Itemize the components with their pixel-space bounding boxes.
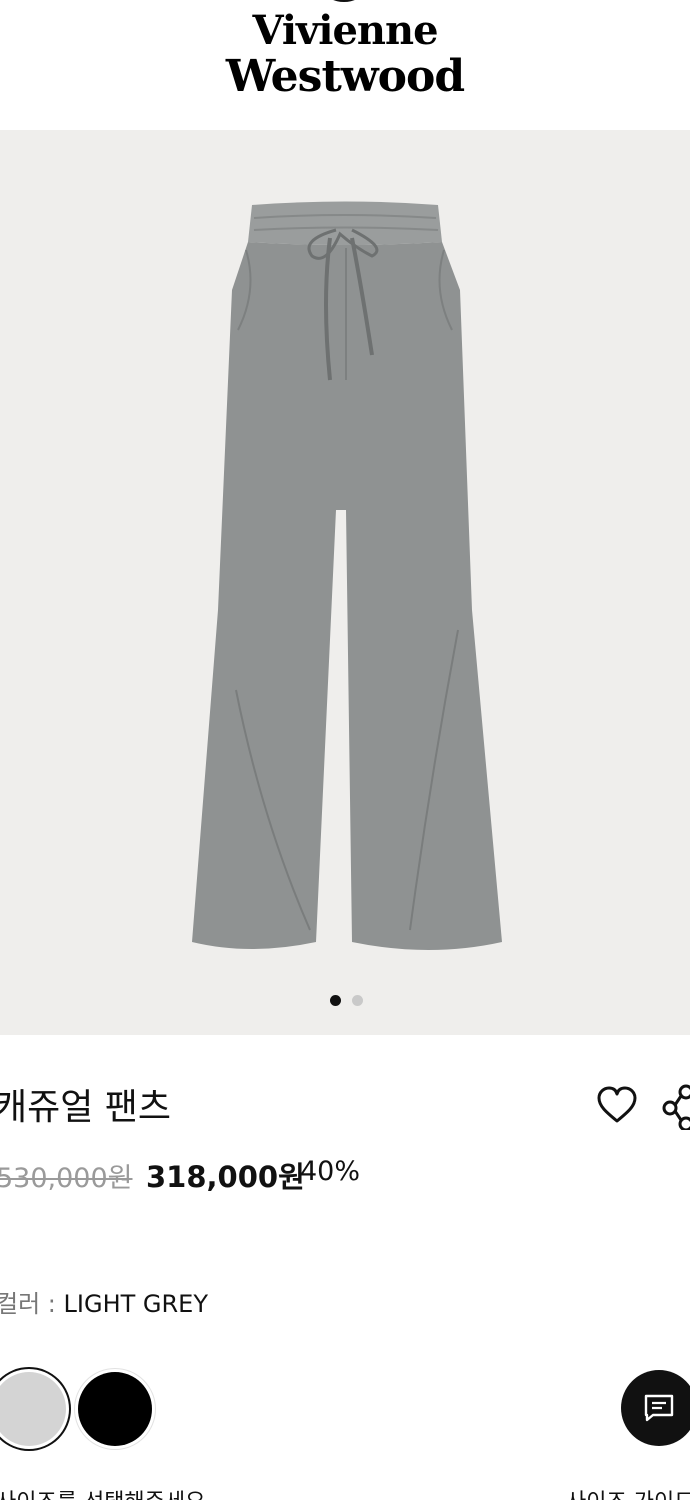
color-value: LIGHT GREY xyxy=(63,1290,208,1318)
size-guide-link[interactable]: 사이즈 가이드 xyxy=(566,1484,690,1500)
brand-logo-line2: Westwood xyxy=(225,51,465,102)
carousel-indicator xyxy=(330,995,370,1007)
product-image-carousel[interactable] xyxy=(0,130,690,1035)
swatch-light-grey[interactable] xyxy=(0,1372,66,1446)
orb-logo-icon xyxy=(333,0,355,2)
chat-icon xyxy=(644,1394,674,1422)
brand-logo[interactable]: Vivienne Westwood xyxy=(220,8,470,100)
share-icon xyxy=(662,1084,690,1132)
carousel-dot-active[interactable] xyxy=(330,995,341,1006)
swatch-black[interactable] xyxy=(78,1372,152,1446)
carousel-dot[interactable] xyxy=(352,995,363,1006)
sale-price: 318,000원 xyxy=(146,1160,305,1194)
color-key: 컬러 xyxy=(0,1290,41,1318)
color-separator: : xyxy=(40,1290,64,1318)
header: Vivienne Westwood xyxy=(0,0,690,130)
wishlist-button[interactable] xyxy=(596,1086,638,1126)
discount-rate: 40% xyxy=(300,1156,361,1187)
share-button[interactable] xyxy=(662,1084,690,1132)
pants-image xyxy=(192,201,502,950)
heart-icon xyxy=(597,1086,637,1123)
original-price: 530,000원 xyxy=(0,1163,133,1194)
product-title: 캐쥬얼 팬츠 xyxy=(0,1087,172,1128)
size-select-prompt[interactable]: 사이즈를 선택해주세요 xyxy=(0,1484,205,1500)
color-label: 컬러 : LIGHT GREY xyxy=(0,1284,208,1319)
brand-logo-line1: Vivienne xyxy=(252,7,438,54)
chat-button[interactable] xyxy=(621,1370,690,1446)
